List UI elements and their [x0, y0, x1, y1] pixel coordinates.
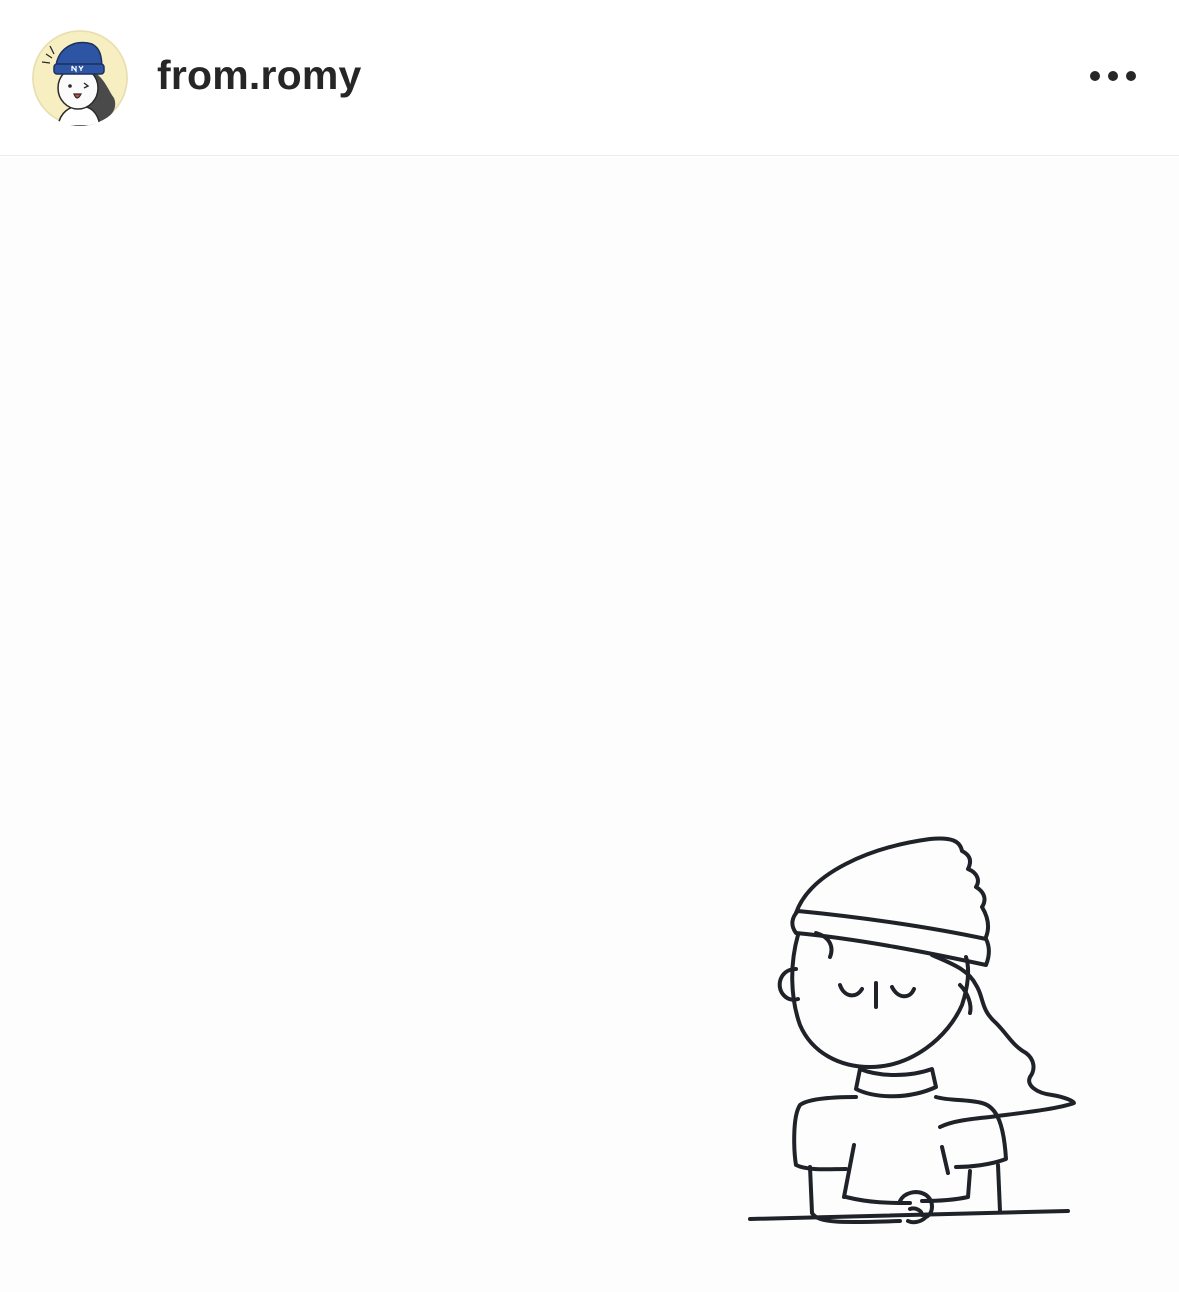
line-drawing-girl-icon — [748, 836, 1076, 1225]
more-options-button[interactable] — [1080, 52, 1146, 100]
post-image[interactable] — [0, 157, 1179, 1292]
avatar-illustration-icon — [32, 30, 128, 126]
profile-avatar[interactable] — [32, 30, 128, 126]
author-username[interactable]: from.romy — [157, 51, 362, 99]
post-header: from.romy — [0, 0, 1179, 156]
instagram-post: from.romy — [0, 0, 1179, 1292]
more-options-icon — [1090, 71, 1136, 81]
